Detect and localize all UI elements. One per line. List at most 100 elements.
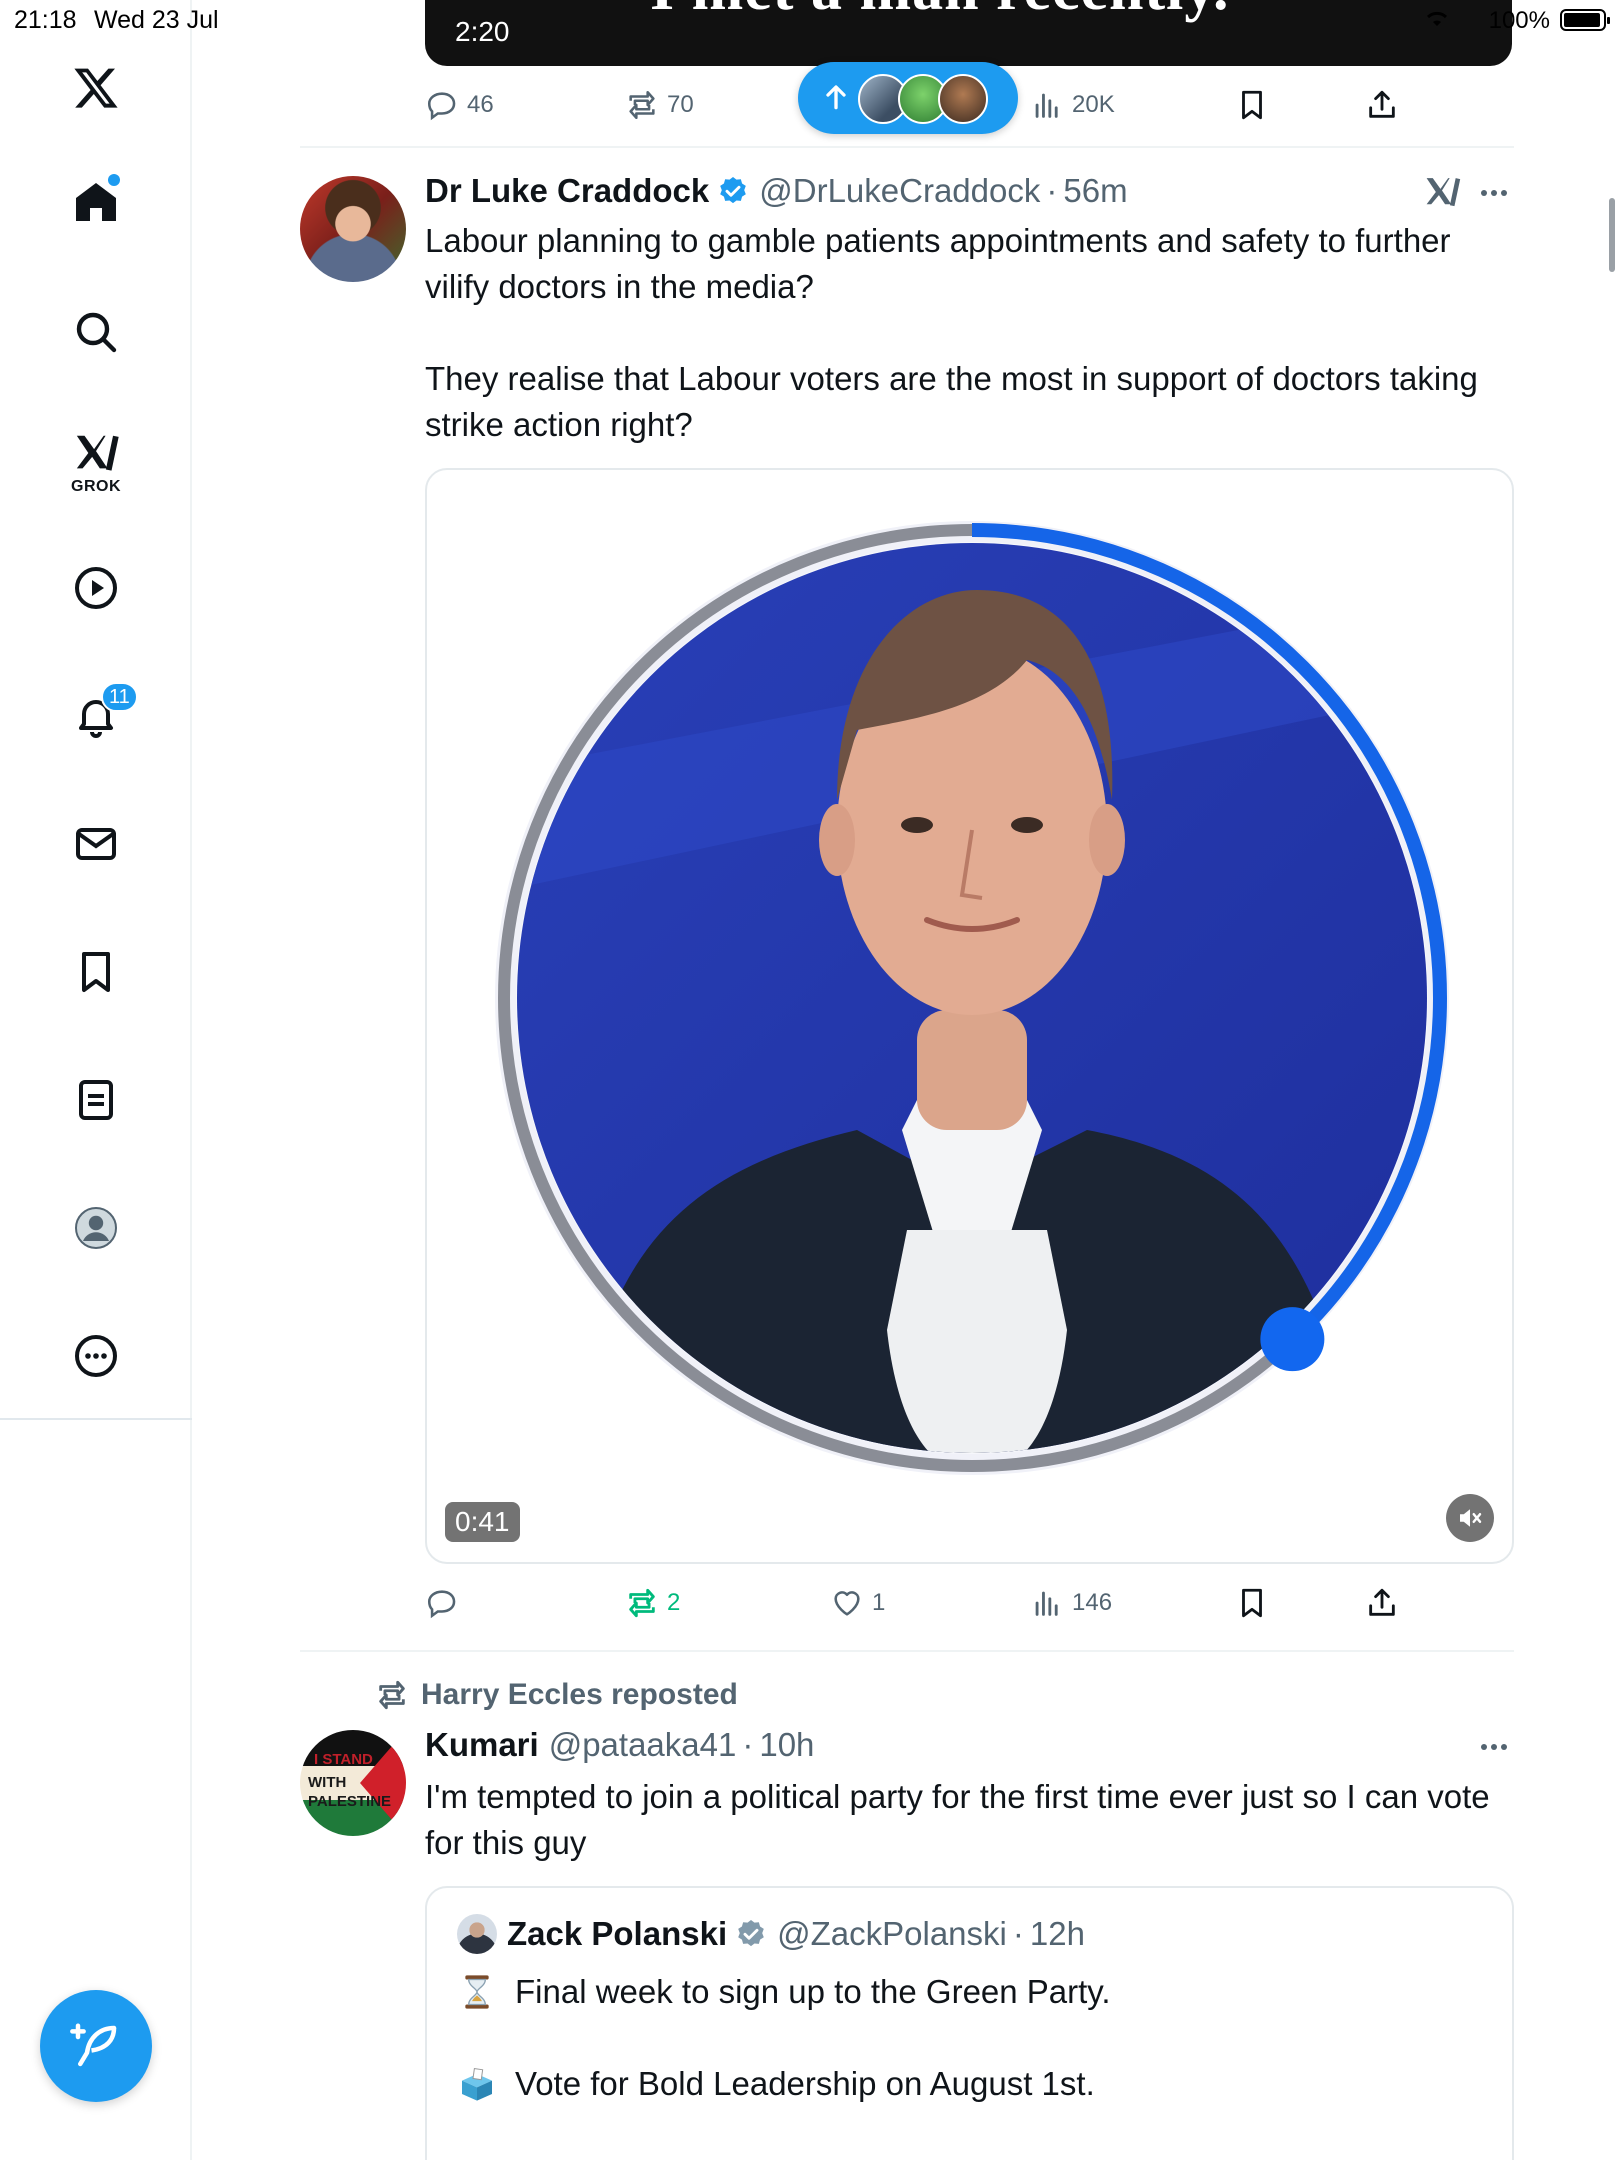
repost-icon bbox=[629, 90, 655, 120]
quote-text-line2: Vote for Bold Leadership on August 1st. bbox=[515, 2065, 1095, 2102]
nav-profile[interactable] bbox=[56, 1188, 136, 1268]
hourglass-icon bbox=[465, 1975, 489, 2009]
quote-author-name[interactable]: Zack Polanski bbox=[507, 1915, 727, 1953]
bookmark-icon bbox=[1242, 1588, 1262, 1618]
more-options-button[interactable] bbox=[1474, 1732, 1514, 1762]
play-icon bbox=[75, 567, 117, 609]
share-icon bbox=[1369, 1588, 1395, 1616]
quote-author-avatar[interactable] bbox=[457, 1914, 497, 1954]
tweet-divider bbox=[300, 1650, 1514, 1652]
reply-icon bbox=[427, 1590, 456, 1619]
verified-badge-icon bbox=[738, 1920, 764, 1947]
status-bar: 21:18 Wed 23 Jul 100% bbox=[0, 0, 1620, 40]
repost-count: 70 bbox=[667, 91, 694, 118]
separator-dot: · bbox=[1012, 1915, 1024, 1952]
repost-indicator[interactable]: Harry Eccles reposted bbox=[375, 1678, 738, 1712]
views-icon bbox=[1035, 1591, 1058, 1616]
quote-author-handle[interactable]: @ZackPolanski bbox=[777, 1915, 1007, 1953]
list-icon bbox=[79, 1080, 113, 1120]
bookmark-button[interactable] bbox=[1235, 80, 1277, 130]
repost-count: 2 bbox=[667, 1589, 681, 1616]
tweet-text: Labour planning to gamble patients appoi… bbox=[425, 222, 1478, 443]
quote-text-line1: Final week to sign up to the Green Party… bbox=[515, 1973, 1111, 2010]
grok-icon bbox=[76, 435, 119, 471]
battery-percent: 100% bbox=[1488, 7, 1550, 34]
nav-grok[interactable]: GROK bbox=[56, 418, 136, 508]
quote-line: Final week to sign up to the Green Party… bbox=[457, 1972, 1111, 2012]
share-icon bbox=[1369, 90, 1395, 118]
mail-icon bbox=[76, 828, 116, 860]
tweet-text: I'm tempted to join a political party fo… bbox=[425, 1778, 1499, 1861]
avatar-text-line: WITH bbox=[308, 1774, 346, 1791]
nav-messages[interactable] bbox=[56, 804, 136, 884]
home-unread-dot bbox=[108, 174, 120, 186]
reply-button[interactable] bbox=[425, 1578, 467, 1628]
wifi-icon bbox=[1426, 11, 1448, 26]
repost-button[interactable]: 2 bbox=[625, 1578, 680, 1628]
compose-icon bbox=[70, 2023, 117, 2067]
tweet-actions: 2 1 146 bbox=[425, 1578, 1425, 1628]
nav-lists[interactable] bbox=[56, 1060, 136, 1140]
quoted-tweet[interactable]: Zack Polanski @ZackPolanski · 12h Final … bbox=[425, 1886, 1514, 2160]
mute-button[interactable] bbox=[1446, 1494, 1494, 1542]
video-time-remaining: 0:41 bbox=[445, 1502, 520, 1542]
views-count: 146 bbox=[1072, 1589, 1113, 1616]
like-button[interactable]: 1 bbox=[830, 1578, 885, 1628]
more-options-button[interactable] bbox=[1474, 178, 1514, 208]
timeline-feed: I met a man recently. 2:20 46 70 20K bbox=[300, 0, 1514, 2160]
nav-explore[interactable] bbox=[56, 292, 136, 372]
views-button[interactable]: 20K bbox=[1030, 80, 1115, 130]
battery-icon bbox=[1560, 9, 1610, 31]
share-button[interactable] bbox=[1365, 1578, 1407, 1628]
views-button[interactable]: 146 bbox=[1030, 1578, 1112, 1628]
reply-button[interactable]: 46 bbox=[425, 80, 494, 130]
x-logo-svg bbox=[74, 68, 118, 108]
sidebar: GROK 11 bbox=[0, 0, 192, 2160]
ballot-box-icon bbox=[462, 2068, 492, 2101]
grok-icon[interactable] bbox=[1422, 172, 1462, 212]
show-new-posts-pill[interactable] bbox=[798, 62, 1018, 134]
nav-more[interactable] bbox=[56, 1316, 136, 1396]
reply-count: 46 bbox=[467, 91, 494, 118]
sidebar-divider bbox=[0, 1418, 192, 1420]
quote-line: Vote for Bold Leadership on August 1st. bbox=[457, 2064, 1095, 2104]
search-icon bbox=[76, 312, 117, 353]
bookmark-button[interactable] bbox=[1235, 1578, 1277, 1628]
reply-icon bbox=[427, 92, 456, 121]
views-icon bbox=[1035, 93, 1058, 118]
tweet-header-actions bbox=[300, 1732, 1514, 1772]
tweet-video[interactable]: 0:41 bbox=[425, 468, 1514, 1564]
status-time: 21:18 bbox=[14, 6, 77, 34]
heart-icon bbox=[834, 1591, 860, 1616]
share-button[interactable] bbox=[1365, 80, 1407, 130]
compose-button[interactable] bbox=[40, 1990, 152, 2102]
muted-speaker-icon bbox=[1460, 1509, 1482, 1527]
repost-icon bbox=[629, 1588, 655, 1618]
notification-count-badge: 11 bbox=[101, 682, 138, 712]
more-icon bbox=[75, 1335, 117, 1377]
nav-bookmarks[interactable] bbox=[56, 932, 136, 1012]
video-scrubber-handle[interactable] bbox=[1260, 1307, 1325, 1372]
profile-icon bbox=[75, 1207, 117, 1249]
repost-button[interactable]: 70 bbox=[625, 80, 694, 130]
repost-label: Harry Eccles reposted bbox=[421, 1678, 738, 1711]
nav-video[interactable] bbox=[56, 548, 136, 628]
video-frame bbox=[495, 521, 1449, 1475]
tweet-divider bbox=[300, 146, 1514, 148]
scrollbar[interactable] bbox=[1609, 198, 1615, 272]
tweet-header-actions bbox=[300, 178, 1514, 218]
x-logo-icon[interactable] bbox=[56, 48, 136, 128]
new-post-avatar bbox=[938, 74, 988, 124]
avatar-text-line: PALESTINE bbox=[308, 1793, 391, 1810]
quote-time: 12h bbox=[1029, 1915, 1085, 1952]
nav-notifications[interactable]: 11 bbox=[56, 676, 138, 756]
bookmark-icon bbox=[1242, 90, 1262, 120]
like-count: 1 bbox=[872, 1589, 886, 1616]
status-date: Wed 23 Jul bbox=[94, 6, 219, 34]
grok-label: GROK bbox=[71, 478, 121, 495]
repost-icon bbox=[379, 1680, 405, 1710]
arrow-up-icon bbox=[826, 85, 846, 110]
bookmark-icon bbox=[82, 952, 110, 992]
quote-header: Zack Polanski @ZackPolanski · 12h bbox=[457, 1914, 1085, 1954]
nav-home[interactable] bbox=[56, 162, 136, 242]
